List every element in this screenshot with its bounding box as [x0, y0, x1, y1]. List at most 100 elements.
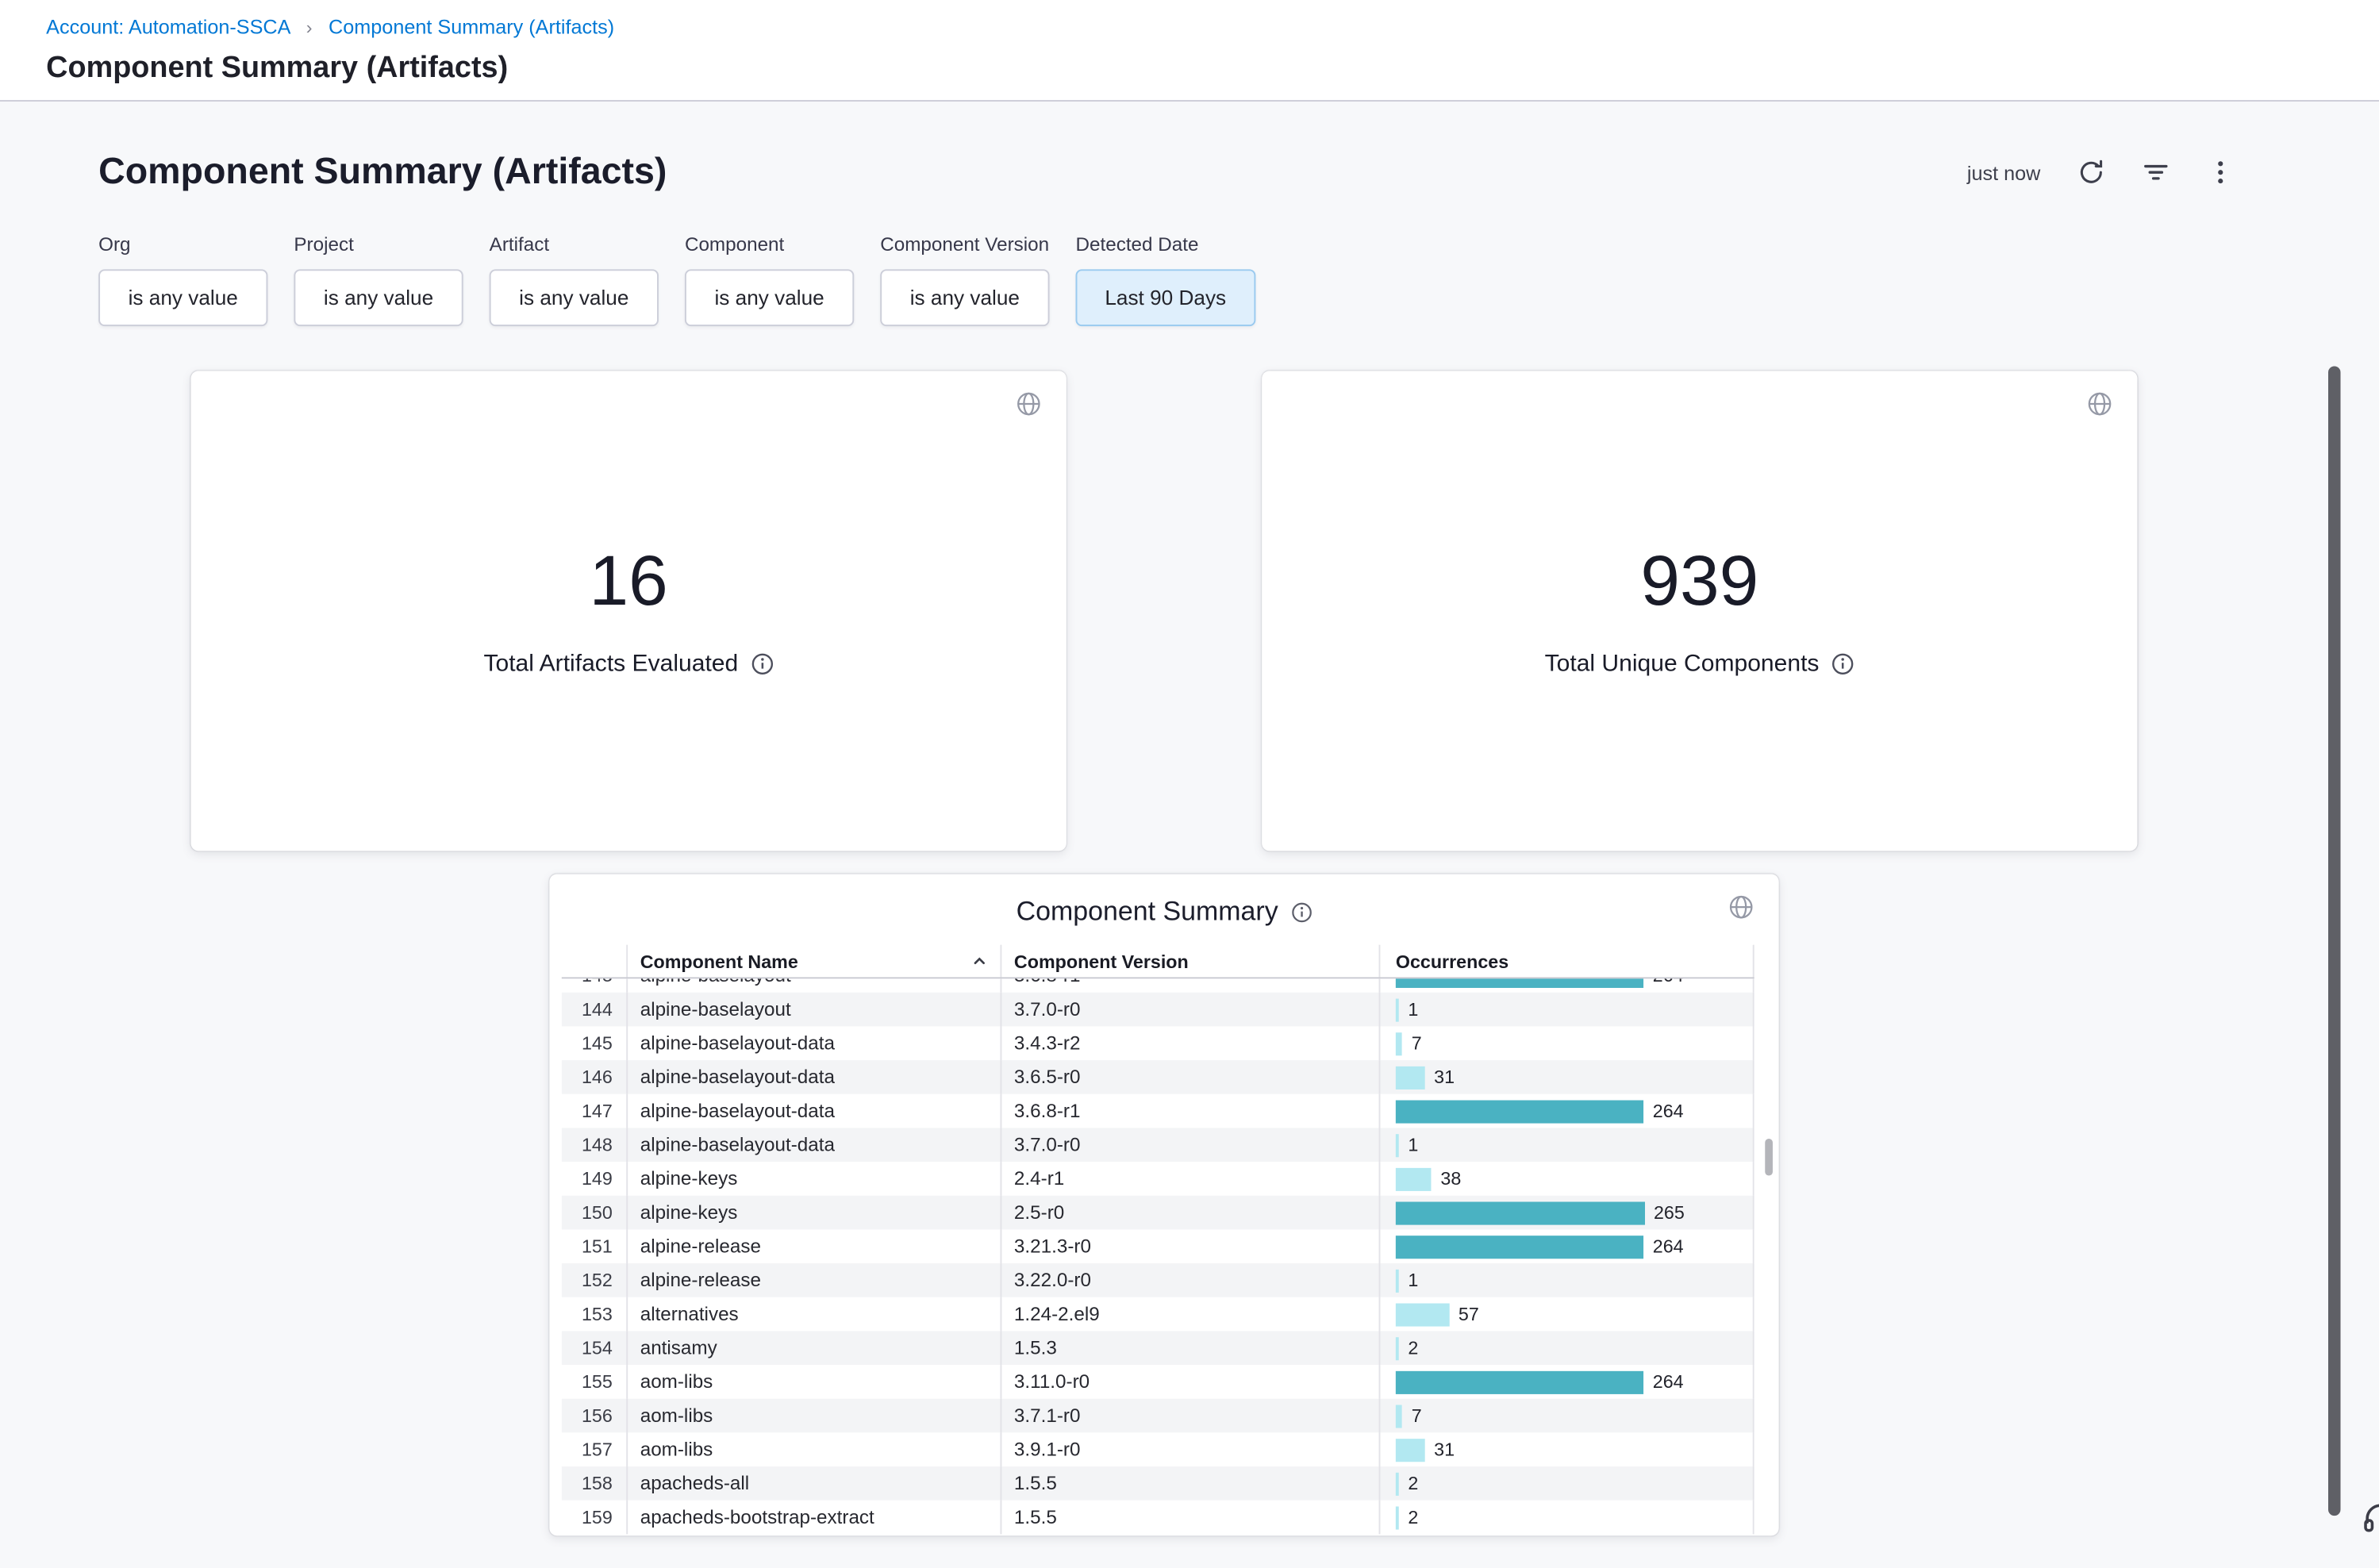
- table-scrollbar-thumb[interactable]: [1765, 1139, 1773, 1176]
- occurrence-bar: [1396, 998, 1399, 1021]
- table-header-row: Component Name Component Version Occurre…: [562, 945, 1754, 979]
- row-occurrences-cell: 2: [1380, 1331, 1754, 1365]
- occurrence-bar: [1396, 1506, 1399, 1529]
- occurrence-value: 7: [1412, 1405, 1422, 1426]
- table-row[interactable]: 143 alpine-baselayout 3.6.8-r1 264: [562, 978, 1754, 992]
- filter-label: Project: [294, 234, 463, 256]
- row-index: 146: [562, 1060, 628, 1094]
- detected-date-filter-button[interactable]: Last 90 Days: [1076, 269, 1255, 326]
- row-occurrences-cell: 31: [1380, 1432, 1754, 1466]
- occurrence-bar: [1396, 1066, 1425, 1089]
- total-components-label: Total Unique Components: [1545, 650, 1820, 678]
- top-header: Account: Automation-SSCA › Component Sum…: [0, 0, 2379, 102]
- row-component-name: aom-libs: [628, 1365, 1001, 1399]
- table-row[interactable]: 151 alpine-release 3.21.3-r0 264: [562, 1229, 1754, 1263]
- occurrence-bar: [1396, 1370, 1643, 1393]
- row-occurrences-cell: 57: [1380, 1297, 1754, 1332]
- table-row[interactable]: 152 alpine-release 3.22.0-r0 1: [562, 1263, 1754, 1297]
- row-component-version: 3.4.3-r2: [1001, 1026, 1380, 1060]
- row-index: 158: [562, 1466, 628, 1501]
- row-component-version: 3.11.0-r0: [1001, 1365, 1380, 1399]
- table-row[interactable]: 150 alpine-keys 2.5-r0 265: [562, 1196, 1754, 1230]
- row-component-name: aom-libs: [628, 1432, 1001, 1466]
- row-component-name: alpine-baselayout-data: [628, 1094, 1001, 1128]
- filter-group-component-version: Component Version is any value: [880, 234, 1049, 326]
- row-index: 147: [562, 1094, 628, 1128]
- table-row[interactable]: 155 aom-libs 3.11.0-r0 264: [562, 1365, 1754, 1399]
- table-row[interactable]: 148 alpine-baselayout-data 3.7.0-r0 1: [562, 1128, 1754, 1162]
- component-version-column-header[interactable]: Component Version: [1001, 945, 1380, 978]
- project-filter-button[interactable]: is any value: [294, 269, 463, 326]
- more-options-icon[interactable]: [2207, 159, 2235, 186]
- info-icon[interactable]: [1290, 901, 1312, 922]
- artifact-filter-button[interactable]: is any value: [490, 269, 659, 326]
- row-component-name: alpine-release: [628, 1263, 1001, 1297]
- row-occurrences-cell: 264: [1380, 1365, 1754, 1399]
- occurrence-bar: [1396, 1167, 1432, 1190]
- page-scrollbar-thumb[interactable]: [2328, 367, 2341, 1516]
- table-row[interactable]: 146 alpine-baselayout-data 3.6.5-r0 31: [562, 1060, 1754, 1094]
- row-component-version: 2.4-r1: [1001, 1162, 1380, 1196]
- filter-group-project: Project is any value: [294, 234, 463, 326]
- table-row[interactable]: 149 alpine-keys 2.4-r1 38: [562, 1162, 1754, 1196]
- row-occurrences-cell: 265: [1380, 1196, 1754, 1230]
- table-row[interactable]: 147 alpine-baselayout-data 3.6.8-r1 264: [562, 1094, 1754, 1128]
- filter-label: Detected Date: [1076, 234, 1255, 256]
- table-row[interactable]: 158 apacheds-all 1.5.5 2: [562, 1466, 1754, 1501]
- table-row[interactable]: 154 antisamy 1.5.3 2: [562, 1331, 1754, 1365]
- info-icon[interactable]: [751, 652, 774, 675]
- row-component-name: alpine-release: [628, 1229, 1001, 1263]
- row-component-name: antisamy: [628, 1331, 1001, 1365]
- row-occurrences-cell: 2: [1380, 1501, 1754, 1535]
- table-row[interactable]: 144 alpine-baselayout 3.7.0-r0 1: [562, 993, 1754, 1027]
- row-component-name: apacheds-bootstrap-extract: [628, 1501, 1001, 1535]
- refresh-icon[interactable]: [2077, 159, 2105, 186]
- globe-icon[interactable]: [1016, 391, 1042, 417]
- row-number-column-header: [562, 945, 628, 978]
- support-headset-icon[interactable]: [2361, 1499, 2379, 1539]
- occurrence-value: 38: [1440, 1168, 1461, 1189]
- component-version-filter-button[interactable]: is any value: [880, 269, 1049, 326]
- occurrence-bar: [1396, 1269, 1399, 1292]
- dashboard-actions: just now: [1967, 159, 2235, 186]
- row-occurrences-cell: 31: [1380, 1060, 1754, 1094]
- row-component-version: 3.9.1-r0: [1001, 1432, 1380, 1466]
- filter-group-artifact: Artifact is any value: [490, 234, 659, 326]
- occurrences-column-header[interactable]: Occurrences: [1380, 945, 1754, 978]
- filter-group-detected-date: Detected Date Last 90 Days: [1076, 234, 1255, 326]
- breadcrumb-current-link[interactable]: Component Summary (Artifacts): [329, 15, 614, 38]
- globe-icon[interactable]: [2087, 391, 2113, 417]
- table-row[interactable]: 156 aom-libs 3.7.1-r0 7: [562, 1399, 1754, 1433]
- occurrence-value: 31: [1434, 1439, 1455, 1460]
- breadcrumb-account-link[interactable]: Account: Automation-SSCA: [46, 15, 290, 38]
- table-row[interactable]: 153 alternatives 1.24-2.el9 57: [562, 1297, 1754, 1332]
- row-component-name: alpine-keys: [628, 1162, 1001, 1196]
- row-index: 156: [562, 1399, 628, 1433]
- occurrence-value: 264: [1653, 1236, 1684, 1257]
- row-index: 145: [562, 1026, 628, 1060]
- row-component-name: alternatives: [628, 1297, 1001, 1332]
- occurrence-value: 2: [1408, 1473, 1418, 1494]
- table-row[interactable]: 145 alpine-baselayout-data 3.4.3-r2 7: [562, 1026, 1754, 1060]
- globe-icon[interactable]: [1728, 894, 1754, 920]
- row-component-version: 3.6.8-r1: [1001, 978, 1380, 992]
- occurrence-bar: [1396, 1472, 1399, 1495]
- occurrence-value: 31: [1434, 1066, 1455, 1088]
- table-row[interactable]: 157 aom-libs 3.9.1-r0 31: [562, 1432, 1754, 1466]
- filter-icon[interactable]: [2142, 159, 2170, 186]
- org-filter-button[interactable]: is any value: [98, 269, 267, 326]
- table-row[interactable]: 159 apacheds-bootstrap-extract 1.5.5 2: [562, 1501, 1754, 1535]
- component-name-column-header[interactable]: Component Name: [628, 945, 1001, 978]
- row-occurrences-cell: 1: [1380, 1263, 1754, 1297]
- row-component-version: 2.5-r0: [1001, 1196, 1380, 1230]
- info-icon[interactable]: [1831, 652, 1854, 675]
- component-filter-button[interactable]: is any value: [685, 269, 854, 326]
- row-index: 157: [562, 1432, 628, 1466]
- column-label: Component Name: [640, 950, 798, 971]
- occurrence-bar: [1396, 1100, 1643, 1123]
- row-component-version: 3.7.0-r0: [1001, 1128, 1380, 1162]
- occurrence-value: 7: [1412, 1032, 1422, 1054]
- occurrence-bar: [1396, 1235, 1643, 1258]
- last-refresh-time: just now: [1967, 161, 2041, 184]
- row-index: 154: [562, 1331, 628, 1365]
